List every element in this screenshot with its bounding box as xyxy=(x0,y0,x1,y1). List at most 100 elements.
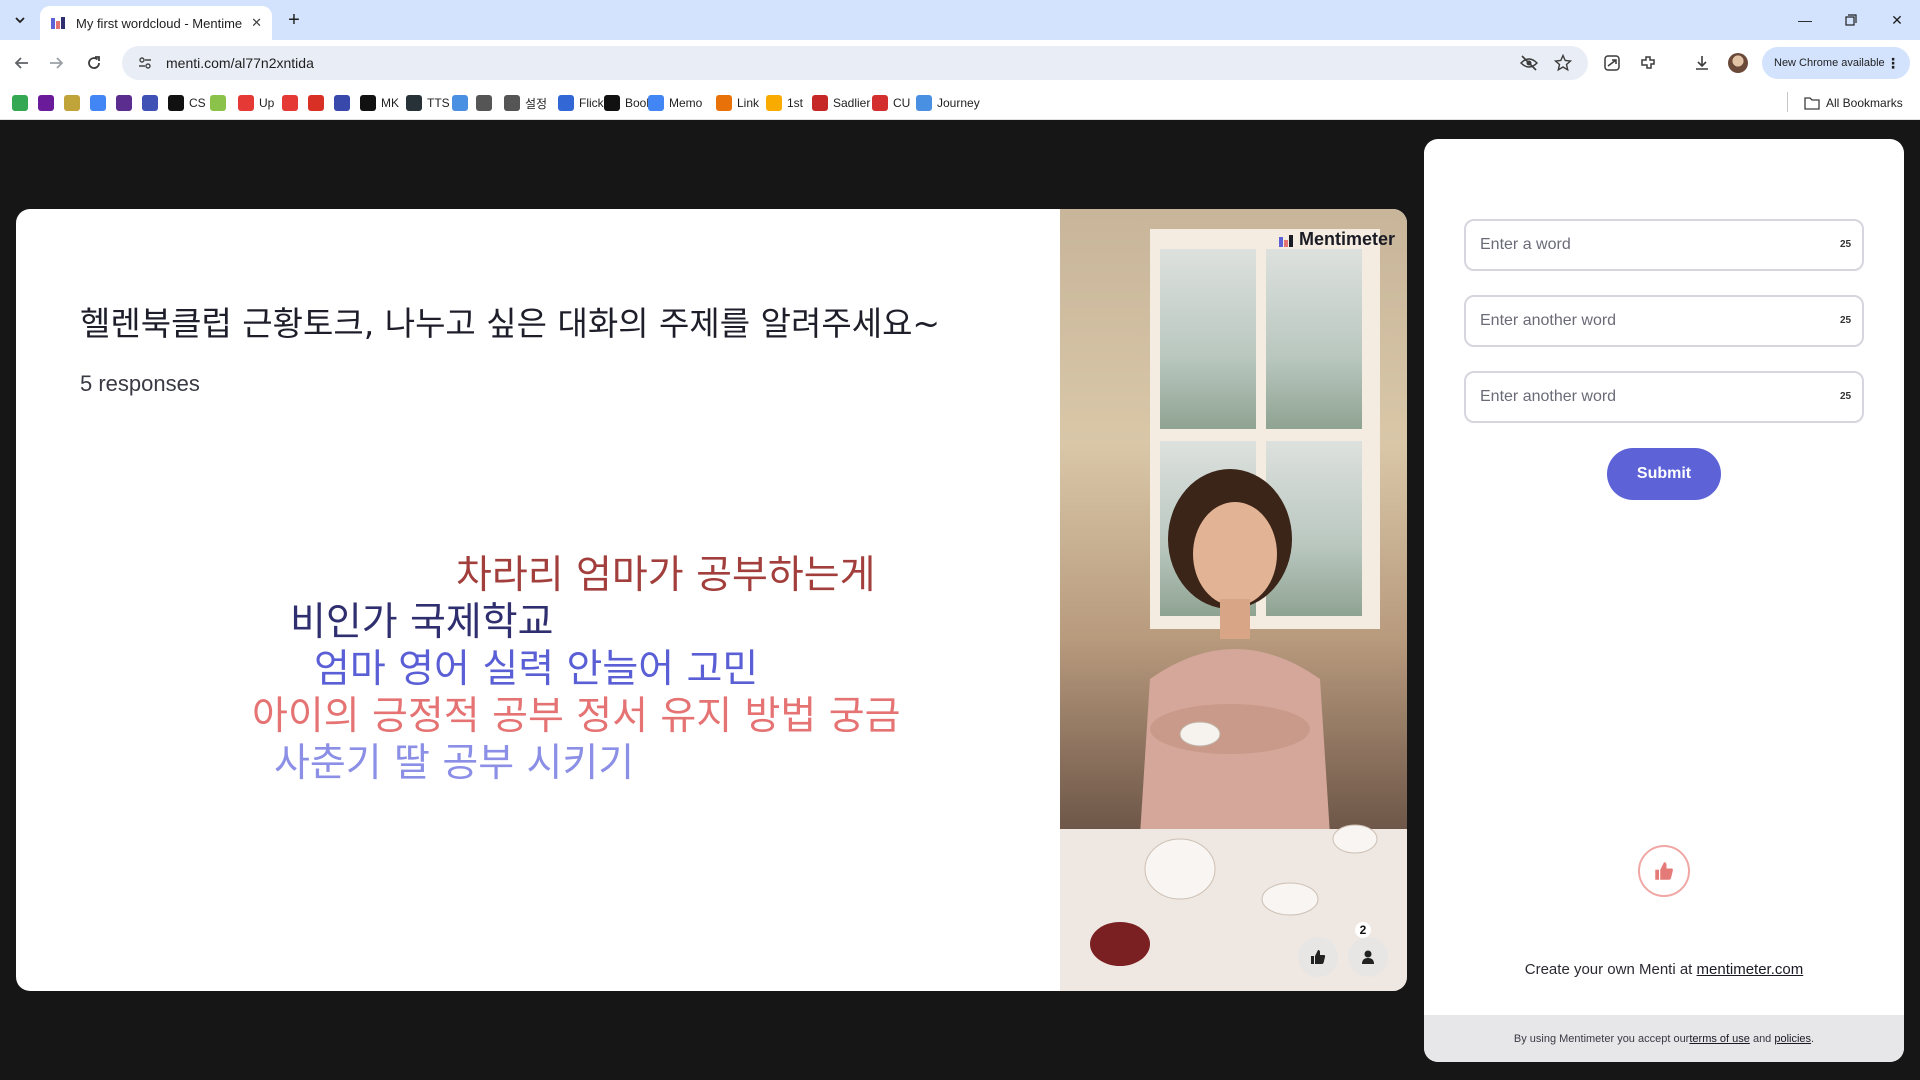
bookmark-item[interactable] xyxy=(12,94,33,112)
response-count: 5 responses xyxy=(80,371,200,396)
bookmark-favicon-icon xyxy=(168,95,184,111)
submit-button[interactable]: Submit xyxy=(1607,448,1721,500)
slide-image: Mentimeter xyxy=(1060,209,1407,991)
char-limit-2: 25 xyxy=(1840,315,1852,326)
browser-toolbar: menti.com/al77n2xntida New Chrome availa… xyxy=(0,40,1920,86)
bookmark-favicon-icon xyxy=(64,95,80,111)
bookmark-item[interactable]: MK xyxy=(360,94,399,112)
bookmark-favicon-icon xyxy=(476,95,492,111)
mentimeter-favicon-icon xyxy=(51,17,65,29)
footer-and: and xyxy=(1749,1032,1775,1045)
arrow-left-icon xyxy=(14,57,28,69)
bookmark-favicon-icon xyxy=(238,95,254,111)
bookmark-item[interactable]: CS xyxy=(168,94,206,112)
char-limit-3: 25 xyxy=(1840,391,1852,402)
restore-icon xyxy=(1845,14,1857,26)
bookmark-label: Up xyxy=(259,96,275,110)
bookmark-item[interactable] xyxy=(38,94,59,112)
bookmark-item[interactable] xyxy=(64,94,85,112)
footer-suffix: . xyxy=(1811,1032,1815,1045)
word-input-3[interactable] xyxy=(1464,371,1864,423)
bookmark-label: MK xyxy=(381,96,399,110)
bookmark-favicon-icon xyxy=(334,95,350,111)
update-label: New Chrome available xyxy=(1774,57,1885,69)
policies-link[interactable]: policies xyxy=(1774,1033,1811,1045)
bookmark-favicon-icon xyxy=(812,95,828,111)
like-button[interactable] xyxy=(1638,845,1690,897)
star-bookmark-icon[interactable] xyxy=(1554,54,1572,72)
profile-avatar[interactable] xyxy=(1728,53,1748,73)
url-text: menti.com/al77n2xntida xyxy=(166,55,314,71)
back-button[interactable] xyxy=(10,51,34,75)
bookmark-item[interactable] xyxy=(334,94,355,112)
new-tab-button[interactable]: + xyxy=(282,8,306,32)
bookmark-favicon-icon xyxy=(282,95,298,111)
bookmark-item[interactable]: Flick xyxy=(558,94,604,112)
minimize-button[interactable]: — xyxy=(1782,6,1828,34)
bookmark-item[interactable] xyxy=(210,94,231,112)
bookmark-item[interactable]: Link xyxy=(716,94,759,112)
mentimeter-link[interactable]: mentimeter.com xyxy=(1697,961,1804,978)
bookmarks-bar: CS Up MK TTS 설정 Flick Book Memo Link 1st Sadlier CU… xyxy=(0,86,1920,120)
bookmark-item[interactable] xyxy=(308,94,329,112)
bookmark-item[interactable]: Up xyxy=(238,94,274,112)
address-bar[interactable]: menti.com/al77n2xntida xyxy=(122,46,1588,80)
bookmark-item[interactable]: Memo xyxy=(648,94,702,112)
participants-count-badge: 2 xyxy=(1355,922,1371,938)
slide-title: 헬렌북클럽 근황토크, 나누고 싶은 대화의 주제를 알려주세요~ xyxy=(80,304,941,343)
chrome-update-button[interactable]: New Chrome available ⋮ xyxy=(1762,47,1910,79)
bookmark-favicon-icon xyxy=(210,95,226,111)
bookmark-item[interactable]: Journey xyxy=(916,94,980,112)
bookmark-item[interactable] xyxy=(116,94,137,112)
thumbs-up-icon xyxy=(1311,950,1326,964)
eye-off-icon[interactable] xyxy=(1520,54,1538,72)
forward-button[interactable] xyxy=(44,51,68,75)
reload-button[interactable] xyxy=(82,51,106,75)
close-window-button[interactable]: ✕ xyxy=(1874,6,1920,34)
bookmark-label: Flick xyxy=(579,96,604,110)
bookmark-item[interactable] xyxy=(476,94,497,112)
bookmark-item[interactable] xyxy=(282,94,303,112)
bookmark-favicon-icon xyxy=(604,95,620,111)
site-info-icon[interactable] xyxy=(136,54,154,72)
person-icon xyxy=(1362,950,1374,964)
tab-search-button[interactable] xyxy=(8,8,32,32)
bookmark-item[interactable]: CU xyxy=(872,94,910,112)
presentation-slide: 헬렌북클럽 근황토크, 나누고 싶은 대화의 주제를 알려주세요~ 5 resp… xyxy=(16,209,1407,991)
bookmark-item[interactable]: Sadlier xyxy=(812,94,870,112)
word-input-2[interactable] xyxy=(1464,295,1864,347)
participants-button[interactable] xyxy=(1348,937,1388,977)
woman-with-tea-illustration xyxy=(1060,469,1407,991)
download-icon[interactable] xyxy=(1692,53,1712,73)
close-tab-icon[interactable]: ✕ xyxy=(251,15,262,31)
bookmark-label: CS xyxy=(189,96,206,110)
brand-name: Mentimeter xyxy=(1298,229,1395,249)
bookmark-favicon-icon xyxy=(916,95,932,111)
bookmark-favicon-icon xyxy=(766,95,782,111)
bookmark-item[interactable]: Book xyxy=(604,94,652,112)
bookmark-item[interactable] xyxy=(90,94,111,112)
bookmark-favicon-icon xyxy=(90,95,106,111)
all-bookmarks-label: All Bookmarks xyxy=(1826,96,1903,110)
extensions-icon[interactable] xyxy=(1638,53,1658,73)
bookmark-item[interactable]: TTS xyxy=(406,94,450,112)
send-tab-icon[interactable] xyxy=(1602,53,1622,73)
bookmarks-divider xyxy=(1787,92,1788,112)
word-input-1[interactable] xyxy=(1464,219,1864,271)
bookmark-item[interactable] xyxy=(452,94,473,112)
bookmark-item[interactable] xyxy=(142,94,163,112)
terms-of-use-link[interactable]: terms of use xyxy=(1689,1033,1750,1045)
browser-tab[interactable]: My first wordcloud - Mentime ✕ xyxy=(40,6,272,40)
reaction-button[interactable] xyxy=(1298,937,1338,977)
bookmark-label: Memo xyxy=(669,96,703,110)
terms-footer: By using Mentimeter you accept our terms… xyxy=(1424,1015,1904,1062)
bookmark-item[interactable]: 설정 xyxy=(504,94,547,112)
more-menu-icon[interactable]: ⋮ xyxy=(1886,55,1900,72)
bookmark-label: TTS xyxy=(427,96,450,110)
mentimeter-mark-icon xyxy=(1278,234,1293,247)
bookmark-item[interactable]: 1st xyxy=(766,94,803,112)
restore-button[interactable] xyxy=(1828,6,1874,34)
all-bookmarks-button[interactable]: All Bookmarks xyxy=(1804,94,1903,112)
bookmark-favicon-icon xyxy=(716,95,732,111)
mentimeter-logo: Mentimeter xyxy=(1278,229,1395,250)
